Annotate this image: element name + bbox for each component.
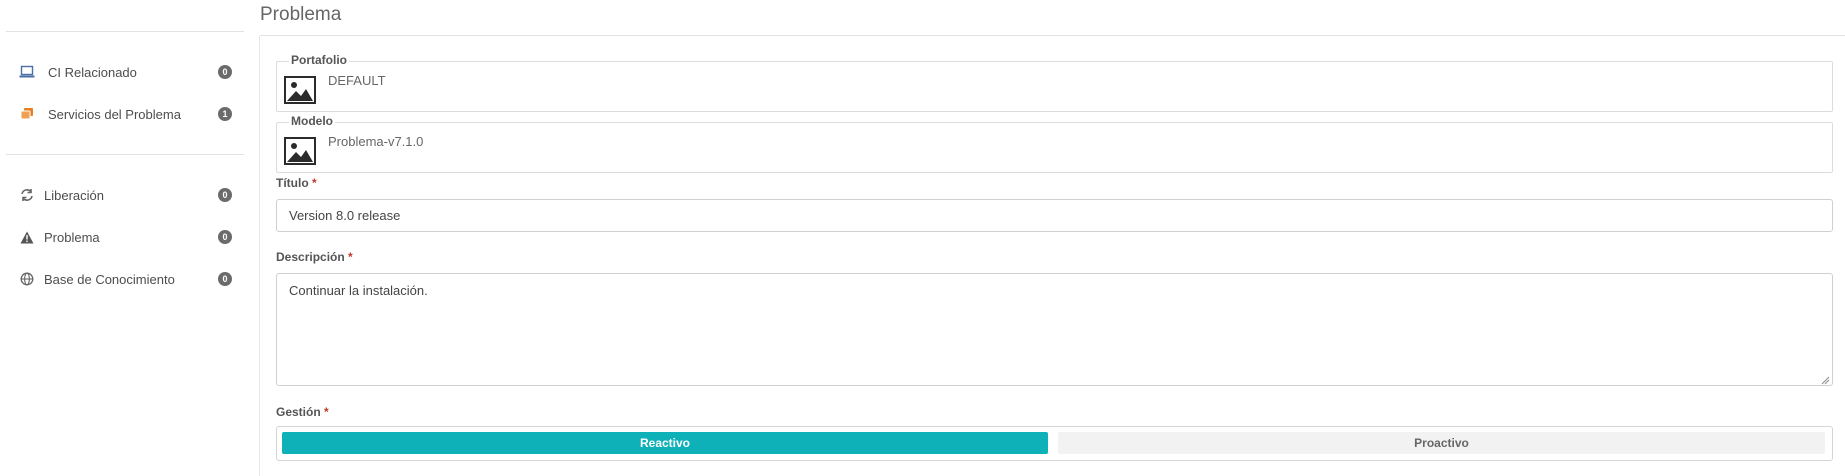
sidebar-item-label: Base de Conocimiento (44, 271, 175, 287)
title-label-text: Título (276, 176, 309, 190)
image-icon (284, 137, 316, 165)
globe-icon (18, 270, 36, 288)
sidebar-item-problema[interactable]: Problema 0 (18, 225, 232, 249)
model-fieldset: Modelo Problema-v7.1.0 (276, 114, 1833, 173)
sidebar-item-ci-relacionado[interactable]: CI Relacionado 0 (18, 60, 232, 84)
sidebar-item-label: CI Relacionado (48, 64, 137, 80)
title-input-value: Version 8.0 release (289, 208, 401, 223)
management-label-text: Gestión (276, 405, 321, 419)
warning-icon (18, 228, 36, 246)
required-marker: * (348, 250, 353, 264)
resize-handle-icon[interactable] (1820, 373, 1830, 385)
count-badge: 0 (218, 230, 232, 244)
count-badge: 0 (218, 272, 232, 286)
title-input[interactable]: Version 8.0 release (276, 199, 1833, 232)
portfolio-legend: Portafolio (289, 53, 349, 67)
image-icon (284, 76, 316, 104)
portfolio-fieldset: Portafolio DEFAULT (276, 53, 1833, 112)
refresh-icon (18, 186, 36, 204)
sidebar: CI Relacionado 0 Servicios del Problema … (0, 0, 248, 476)
sidebar-item-label: Liberación (44, 187, 104, 203)
sidebar-item-label: Problema (44, 229, 100, 245)
sidebar-item-liberacion[interactable]: Liberación 0 (18, 183, 232, 207)
sidebar-item-servicios-del-problema[interactable]: Servicios del Problema 1 (18, 102, 232, 126)
sidebar-item-base-de-conocimiento[interactable]: Base de Conocimiento 0 (18, 267, 232, 291)
management-label: Gestión * (276, 405, 329, 419)
required-marker: * (324, 405, 329, 419)
required-marker: * (312, 176, 317, 190)
sidebar-divider (6, 31, 244, 32)
description-label-text: Descripción (276, 250, 345, 264)
count-badge: 0 (218, 65, 232, 79)
management-toggle: Reactivo Proactivo (276, 426, 1833, 461)
count-badge: 1 (218, 107, 232, 121)
portfolio-value: DEFAULT (328, 73, 386, 88)
description-textarea-value: Continuar la instalación. (289, 283, 428, 298)
title-divider (260, 35, 1845, 36)
description-label: Descripción * (276, 250, 353, 264)
services-icon (18, 105, 36, 123)
option-reactivo-button[interactable]: Reactivo (282, 432, 1048, 454)
title-label: Título * (276, 176, 317, 190)
page-title: Problema (260, 4, 342, 25)
sidebar-item-label: Servicios del Problema (48, 106, 181, 122)
option-proactivo-button[interactable]: Proactivo (1058, 432, 1825, 454)
model-legend: Modelo (289, 114, 335, 128)
description-textarea[interactable]: Continuar la instalación. (276, 273, 1833, 386)
content-border (259, 36, 260, 476)
model-value: Problema-v7.1.0 (328, 134, 424, 149)
count-badge: 0 (218, 188, 232, 202)
laptop-icon (18, 63, 36, 81)
sidebar-divider (6, 154, 244, 155)
